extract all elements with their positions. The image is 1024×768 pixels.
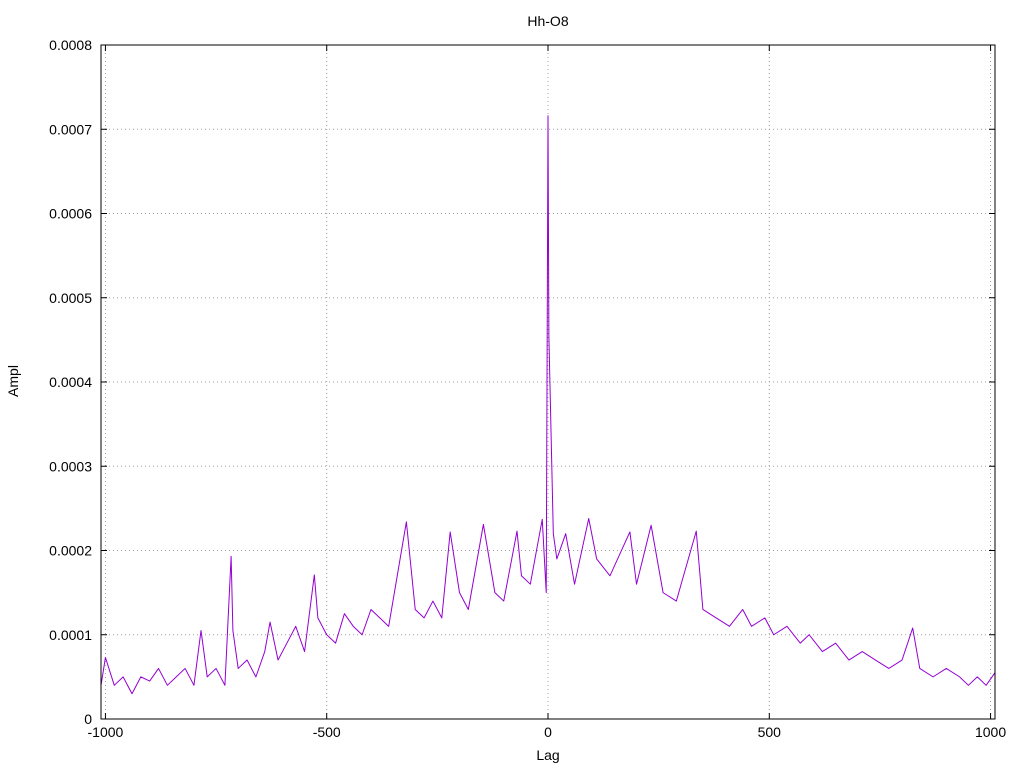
chart: Hh-O8 Ampl Lag 0 0.0001 0.0002 0.0003 0.0004… bbox=[5, 13, 1006, 763]
y-tick-label: 0.0002 bbox=[49, 543, 92, 559]
y-tick-label: 0.0003 bbox=[49, 458, 92, 474]
x-tick-label: -500 bbox=[313, 724, 341, 740]
x-tick-label: 0 bbox=[544, 724, 552, 740]
y-tick-label: 0.0004 bbox=[49, 374, 92, 390]
x-tick-label: 1000 bbox=[975, 724, 1006, 740]
y-tick-label: 0.0005 bbox=[49, 290, 92, 306]
y-tick-label: 0.0008 bbox=[49, 37, 92, 53]
y-tick-label: 0.0007 bbox=[49, 121, 92, 137]
axis-ticks: 0 0.0001 0.0002 0.0003 0.0004 0.0005 0.0006 0.0… bbox=[49, 37, 1006, 740]
series-line bbox=[100, 115, 996, 695]
series-layer bbox=[100, 115, 996, 695]
x-axis-label: Lag bbox=[536, 747, 559, 763]
y-tick-label: 0.0001 bbox=[49, 627, 92, 643]
y-axis-label: Ampl bbox=[5, 365, 21, 397]
chart-title: Hh-O8 bbox=[527, 13, 568, 29]
y-tick-label: 0.0006 bbox=[49, 206, 92, 222]
x-tick-label: 500 bbox=[758, 724, 782, 740]
x-tick-label: -1000 bbox=[88, 724, 124, 740]
